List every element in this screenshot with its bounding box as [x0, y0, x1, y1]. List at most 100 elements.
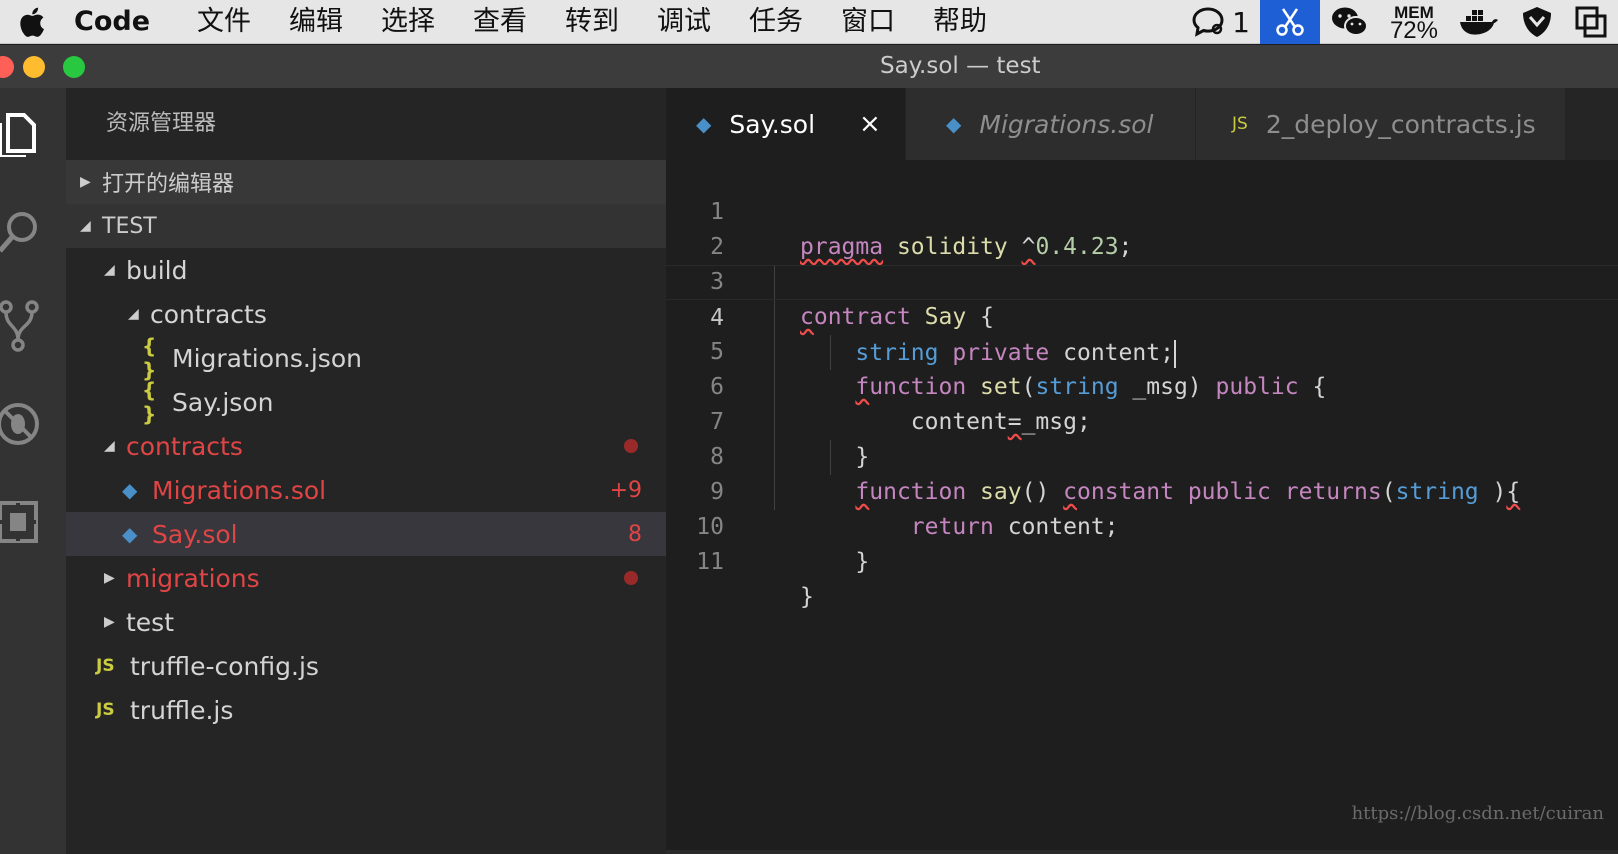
menu-app[interactable]: Code — [62, 0, 178, 44]
tree-file-migrations-sol[interactable]: ◆ Migrations.sol +9 — [66, 468, 666, 512]
chevron-down-icon: ◢ — [80, 218, 91, 234]
section-test[interactable]: ◢ TEST — [66, 204, 666, 248]
chevron-down-icon: ◢ — [128, 306, 139, 322]
scissors-icon — [1276, 8, 1304, 36]
menu-edit[interactable]: 编辑 — [270, 0, 362, 44]
memory-value: 72% — [1389, 17, 1438, 44]
tray-window-switch[interactable] — [1564, 0, 1618, 44]
menu-tasks[interactable]: 任务 — [730, 0, 822, 44]
search-icon[interactable] — [0, 204, 44, 256]
sidebar-title: 资源管理器 — [106, 111, 217, 136]
section-open-editors[interactable]: ▶ 打开的编辑器 — [66, 160, 666, 204]
code-line: 6 content=_msg; — [666, 335, 1618, 435]
chevron-right-icon: ▶ — [104, 570, 115, 586]
debug-icon[interactable] — [0, 398, 44, 450]
notification-count: 1 — [1232, 5, 1250, 39]
tray-docker[interactable] — [1448, 0, 1510, 44]
js-file-icon: JS — [96, 656, 115, 676]
menu-window[interactable]: 窗口 — [822, 0, 914, 44]
menu-go[interactable]: 转到 — [546, 0, 638, 44]
menu-help[interactable]: 帮助 — [914, 0, 1006, 44]
tree-file-say-json[interactable]: { } Say.json — [66, 378, 666, 426]
status-tray: 1 MEM 72% — [1180, 0, 1618, 44]
docker-icon — [1460, 10, 1498, 35]
chevron-right-icon: ▶ — [104, 614, 115, 630]
tree-item-label: truffle-config.js — [130, 651, 319, 681]
tree-file-truffle-js[interactable]: JS truffle.js — [66, 688, 666, 732]
tree-file-truffle-config-js[interactable]: JS truffle-config.js — [66, 644, 666, 688]
tray-scissors[interactable] — [1259, 0, 1320, 44]
watermark: https://blog.csdn.net/cuiran — [1351, 803, 1604, 824]
tray-wechat[interactable] — [1320, 0, 1380, 44]
tab-label: 2_deploy_contracts.js — [1265, 109, 1536, 139]
code-line: 2 — [666, 195, 1618, 260]
window-switch-icon — [1575, 6, 1607, 38]
tree-item-label: Migrations.json — [172, 343, 362, 373]
chevron-down-icon: ◢ — [104, 262, 115, 278]
shield-icon — [1523, 7, 1551, 37]
source-control-icon[interactable] — [0, 300, 44, 352]
code-line: 11 } — [666, 510, 1618, 610]
menu-view[interactable]: 查看 — [454, 0, 546, 44]
extensions-icon[interactable] — [0, 496, 44, 548]
tree-item-label: Say.sol — [152, 519, 238, 549]
wechat-icon — [1331, 7, 1368, 36]
explorer-icon[interactable] — [0, 106, 44, 158]
modified-dot — [624, 571, 638, 585]
tree-folder-build[interactable]: ◢ build — [66, 248, 666, 292]
menu-file[interactable]: 文件 — [178, 0, 270, 44]
code-line: 1 pragma solidity ^0.4.23; — [666, 160, 1618, 260]
menu-selection[interactable]: 选择 — [362, 0, 454, 44]
code-line: 3 contract Say { — [666, 230, 1618, 330]
chat-bubble-icon — [1192, 7, 1224, 37]
menu-debug[interactable]: 调试 — [638, 0, 730, 44]
apple-menu[interactable] — [0, 0, 62, 44]
code-editor[interactable]: 1 pragma solidity ^0.4.23; 2 3 contract … — [666, 160, 1618, 610]
tab-migrations-sol[interactable]: ◆ Migrations.sol — [906, 88, 1196, 160]
tray-notifications[interactable]: 1 — [1180, 0, 1260, 44]
section-test-label: TEST — [102, 213, 157, 239]
code-line: 10 } — [666, 475, 1618, 575]
modified-dot — [624, 439, 638, 453]
tree-item-label: migrations — [126, 563, 260, 593]
tree-item-label: Migrations.sol — [152, 475, 327, 505]
activity-bar — [0, 88, 66, 854]
tab-label: Migrations.sol — [979, 109, 1154, 139]
tab-say-sol[interactable]: ◆ Say.sol × — [666, 88, 906, 160]
tree-folder-build-contracts[interactable]: ◢ contracts — [66, 292, 666, 336]
chevron-right-icon: ▶ — [80, 174, 91, 190]
editor-tabs: ◆ Say.sol × ◆ Migrations.sol JS 2_deploy… — [666, 88, 1618, 160]
problem-badge: 8 — [628, 521, 642, 547]
close-icon[interactable]: × — [859, 109, 881, 139]
chevron-down-icon: ◢ — [104, 438, 115, 454]
tree-item-label: build — [126, 255, 188, 285]
ethereum-icon: ◆ — [122, 478, 138, 502]
editor-area: ◆ Say.sol × ◆ Migrations.sol JS 2_deploy… — [666, 88, 1618, 854]
js-file-icon: JS — [96, 700, 115, 720]
tree-file-migrations-json[interactable]: { } Migrations.json — [66, 334, 666, 382]
tree-folder-test[interactable]: ▶ test — [66, 600, 666, 644]
title-bar: Say.sol — test — [0, 45, 1618, 88]
tray-shield[interactable] — [1510, 0, 1564, 44]
horizontal-scrollbar[interactable] — [666, 850, 1618, 854]
menubar: Code 文件 编辑 选择 查看 转到 调试 任务 窗口 帮助 1 MEM 72… — [0, 0, 1618, 44]
explorer-sidebar: 资源管理器 ▶ 打开的编辑器 ◢ TEST ◢ build ◢ contract… — [66, 88, 666, 854]
tree-folder-migrations[interactable]: ▶ migrations — [66, 556, 666, 600]
ethereum-icon: ◆ — [122, 522, 138, 546]
code-text: } — [800, 584, 814, 610]
tab-label: Say.sol — [729, 109, 816, 139]
section-open-editors-label: 打开的编辑器 — [102, 172, 235, 197]
code-line: 5 function set(string _msg) public { — [666, 300, 1618, 400]
line-number: 11 — [696, 549, 724, 575]
js-file-icon: JS — [1232, 114, 1248, 134]
tree-item-label: contracts — [150, 299, 267, 329]
tree-file-say-sol[interactable]: ◆ Say.sol 8 — [66, 512, 666, 556]
tray-memory[interactable]: MEM 72% — [1380, 0, 1448, 44]
code-line: 8 function say() constant public returns… — [666, 405, 1618, 505]
tab-2-deploy-contracts-js[interactable]: JS 2_deploy_contracts.js — [1196, 88, 1566, 160]
tree-folder-contracts[interactable]: ◢ contracts — [66, 424, 666, 468]
tree-item-label: contracts — [126, 431, 243, 461]
tree-item-label: test — [126, 607, 175, 637]
code-line: 7 } — [666, 370, 1618, 470]
code-text: } — [855, 549, 870, 575]
